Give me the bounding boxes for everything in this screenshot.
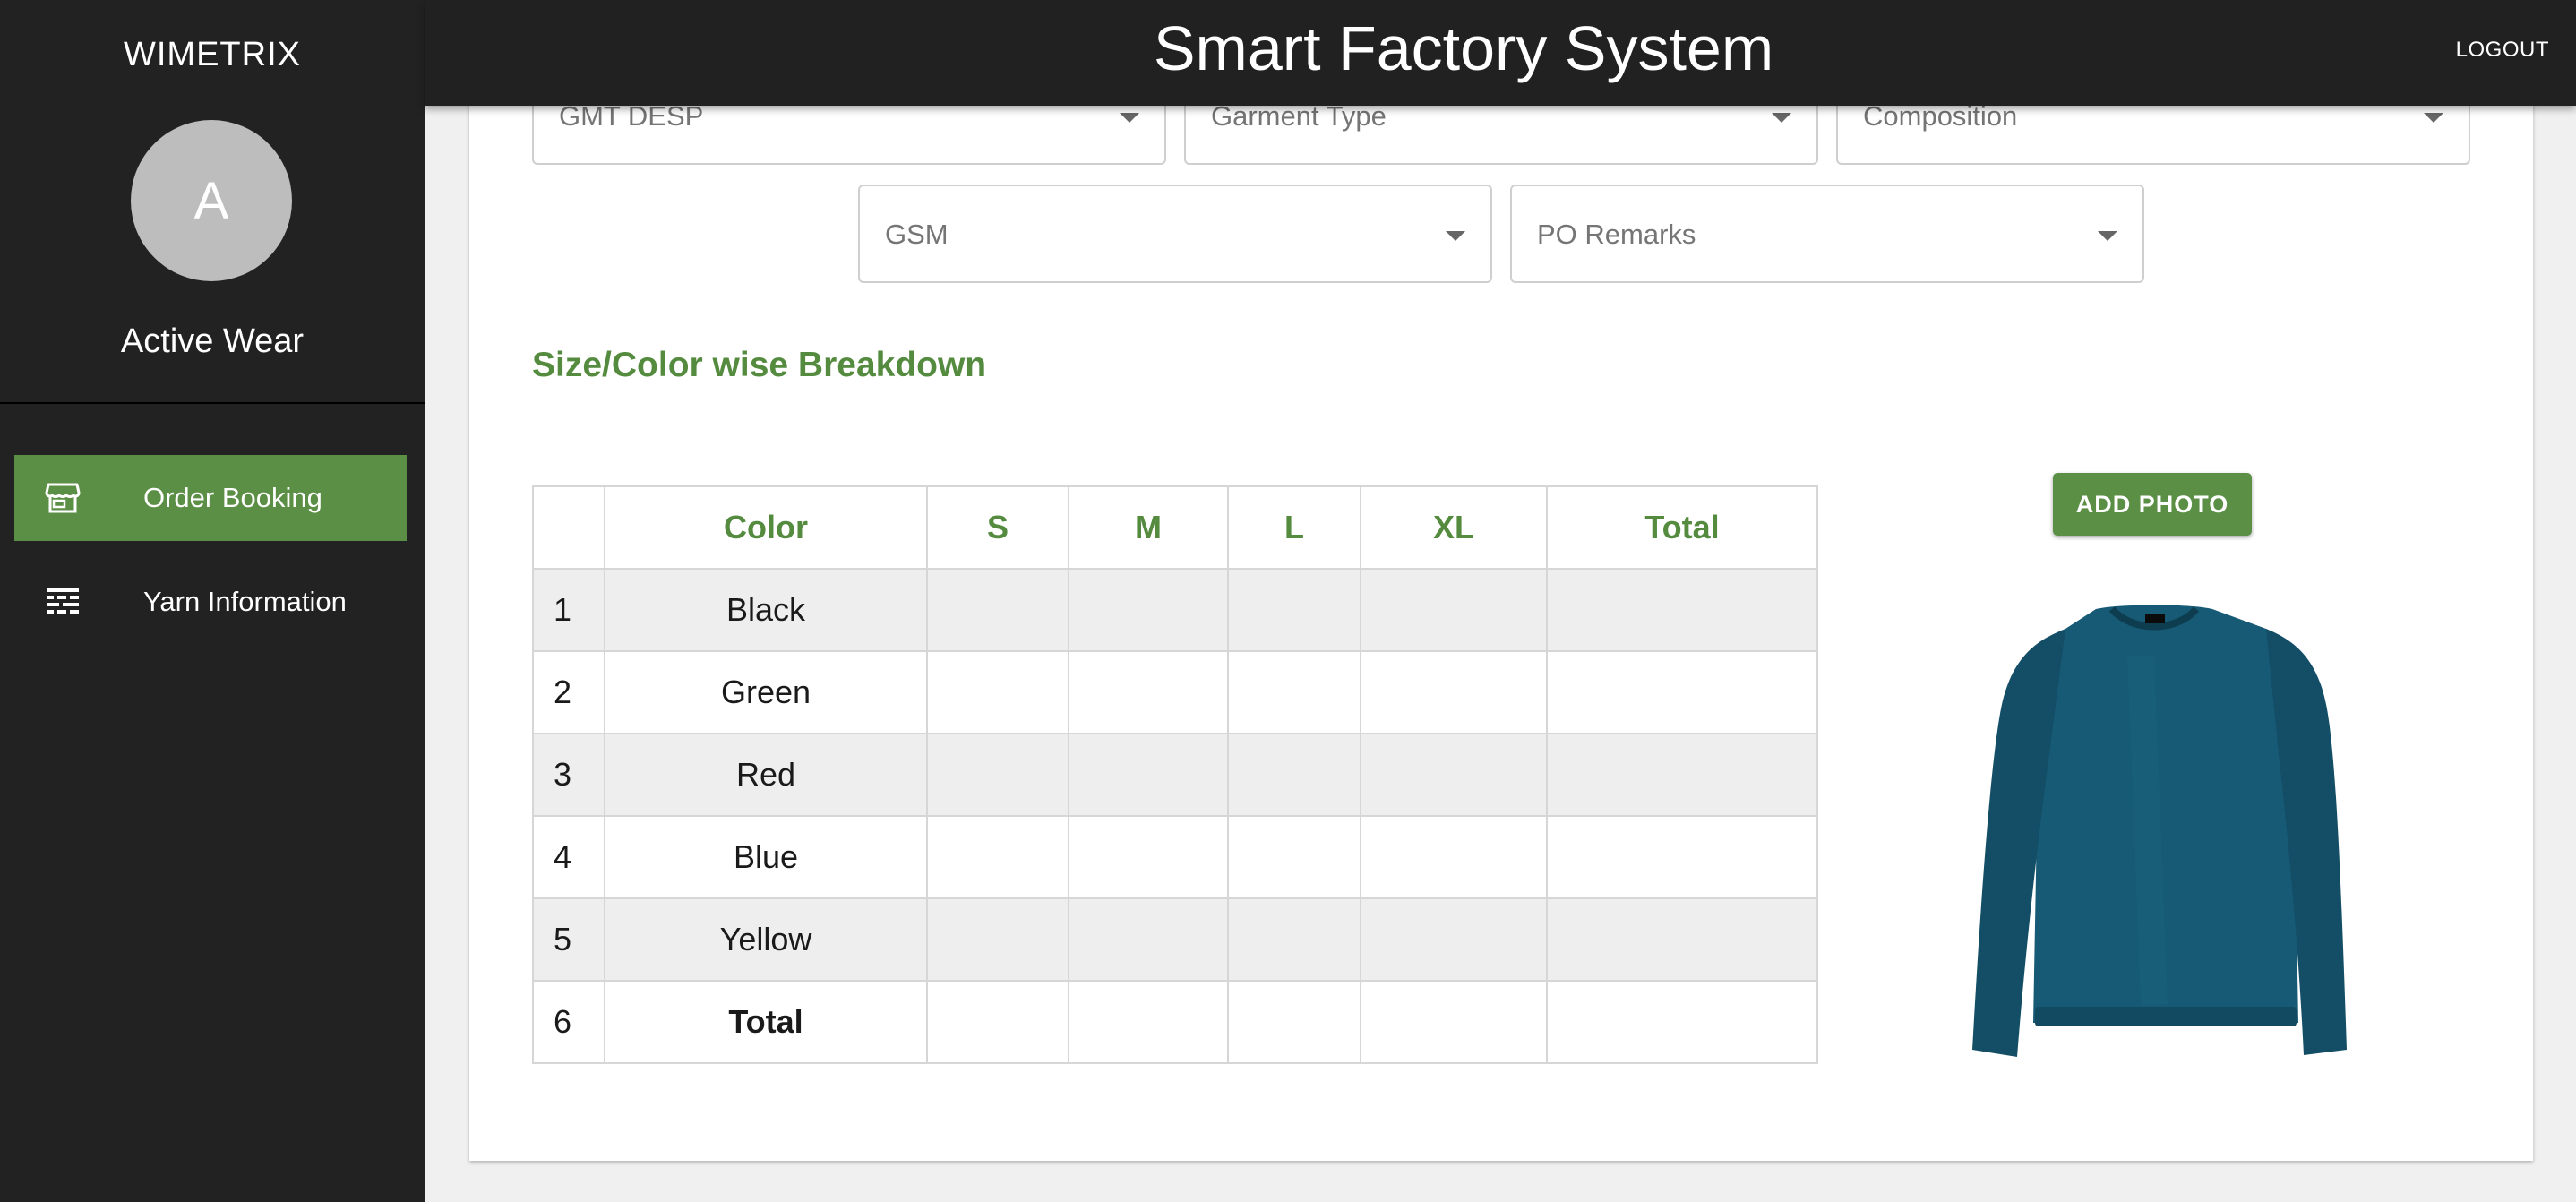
logout-button[interactable]: LOGOUT — [2456, 38, 2549, 63]
column-header-s: S — [926, 485, 1069, 570]
table-row: 1 Black — [532, 568, 1818, 652]
gsm-select[interactable]: GSM — [858, 185, 1492, 283]
add-photo-button[interactable]: ADD PHOTO — [2053, 473, 2252, 536]
cell-m[interactable] — [1068, 650, 1229, 734]
table-header-row: Color S M L XL Total — [532, 485, 1818, 570]
cell-l — [1227, 980, 1361, 1064]
gsm-label: GSM — [885, 219, 949, 250]
row-color: Yellow — [604, 897, 928, 982]
row-index: 2 — [532, 650, 605, 734]
chevron-down-icon — [1120, 113, 1139, 123]
column-header-xl: XL — [1360, 485, 1548, 570]
cell-total — [1546, 897, 1818, 982]
sidebar-item-yarn-information[interactable]: Yarn Information — [14, 559, 407, 645]
cell-l[interactable] — [1227, 897, 1361, 982]
cell-m[interactable] — [1068, 733, 1229, 817]
cell-m — [1068, 980, 1229, 1064]
cell-xl[interactable] — [1360, 733, 1548, 817]
chevron-down-icon — [2098, 231, 2117, 241]
row-color: Total — [604, 980, 928, 1064]
cell-m[interactable] — [1068, 815, 1229, 899]
column-header-color: Color — [604, 485, 928, 570]
sidebar-divider — [0, 402, 425, 404]
app-header: Smart Factory System LOGOUT — [425, 0, 2576, 106]
cell-s — [926, 980, 1069, 1064]
brand-name: WIMETRIX — [124, 36, 301, 73]
row-index: 4 — [532, 815, 605, 899]
row-index: 5 — [532, 897, 605, 982]
cell-m[interactable] — [1068, 568, 1229, 652]
cell-s[interactable] — [926, 815, 1069, 899]
cell-l[interactable] — [1227, 568, 1361, 652]
sidebar: WIMETRIX A Active Wear Order Booking Yar… — [0, 0, 425, 1202]
cell-l[interactable] — [1227, 815, 1361, 899]
table-row: 3 Red — [532, 733, 1818, 817]
table-row: 5 Yellow — [532, 897, 1818, 982]
cell-s[interactable] — [926, 897, 1069, 982]
yarn-list-icon — [47, 588, 79, 614]
cell-xl — [1360, 980, 1548, 1064]
sweater-image — [1972, 605, 2347, 1057]
cell-xl[interactable] — [1360, 568, 1548, 652]
cell-s[interactable] — [926, 650, 1069, 734]
sidebar-item-order-booking[interactable]: Order Booking — [14, 455, 407, 541]
cell-s[interactable] — [926, 733, 1069, 817]
row-index: 6 — [532, 980, 605, 1064]
cell-total — [1546, 815, 1818, 899]
cell-xl[interactable] — [1360, 650, 1548, 734]
table-row: 2 Green — [532, 650, 1818, 734]
user-name: Active Wear — [120, 322, 305, 360]
row-index: 3 — [532, 733, 605, 817]
page-title: Smart Factory System — [1153, 13, 1774, 83]
cell-xl[interactable] — [1360, 897, 1548, 982]
chevron-down-icon — [1446, 231, 1465, 241]
cell-total — [1546, 980, 1818, 1064]
cell-xl[interactable] — [1360, 815, 1548, 899]
row-color: Black — [604, 568, 928, 652]
column-header-l: L — [1227, 485, 1361, 570]
table-row-total: 6 Total — [532, 980, 1818, 1064]
column-header-index — [532, 485, 605, 570]
sidebar-item-label: Yarn Information — [143, 586, 347, 617]
avatar[interactable]: A — [131, 120, 292, 281]
row-color: Green — [604, 650, 928, 734]
row-color: Blue — [604, 815, 928, 899]
chevron-down-icon — [2424, 113, 2443, 123]
row-index: 1 — [532, 568, 605, 652]
chevron-down-icon — [1772, 113, 1791, 123]
cell-l[interactable] — [1227, 733, 1361, 817]
cell-total — [1546, 568, 1818, 652]
column-header-m: M — [1068, 485, 1229, 570]
row-color: Red — [604, 733, 928, 817]
cell-total — [1546, 650, 1818, 734]
po-remarks-label: PO Remarks — [1537, 219, 1696, 250]
column-header-total: Total — [1546, 485, 1818, 570]
cell-total — [1546, 733, 1818, 817]
sidebar-item-label: Order Booking — [143, 482, 322, 513]
size-color-breakdown-table: Color S M L XL Total 1 Black 2 Green 3 R… — [532, 485, 1818, 1064]
po-remarks-select[interactable]: PO Remarks — [1510, 185, 2144, 283]
cell-m[interactable] — [1068, 897, 1229, 982]
store-icon — [45, 483, 81, 513]
breakdown-title: Size/Color wise Breakdown — [532, 346, 987, 384]
cell-s[interactable] — [926, 568, 1069, 652]
table-row: 4 Blue — [532, 815, 1818, 899]
cell-l[interactable] — [1227, 650, 1361, 734]
